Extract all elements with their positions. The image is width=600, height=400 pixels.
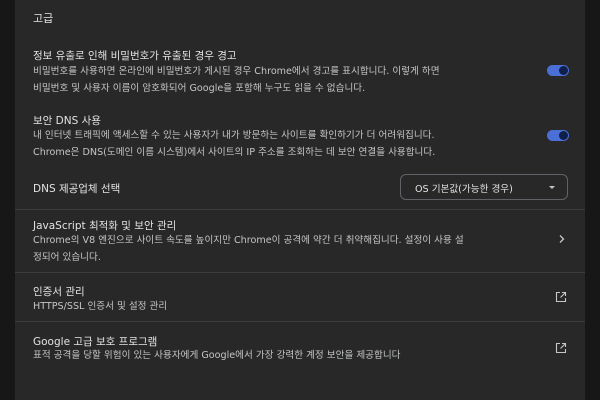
chevron-right-icon — [559, 235, 565, 243]
manage-certificates-row[interactable]: 인증서 관리 HTTPS/SSL 인증서 및 설정 관리 — [15, 273, 585, 321]
dns-provider-select[interactable]: OS 기본값(가능한 경우) — [400, 174, 568, 200]
open-in-new-icon — [555, 291, 567, 303]
dns-provider-selected-value: OS 기본값(가능한 경우) — [415, 184, 513, 195]
password-leak-desc-line2: 비밀번호 및 사용자 이름이 암호화되어 Google을 포함해 누구도 읽을 … — [33, 83, 366, 94]
secure-dns-toggle[interactable] — [547, 130, 569, 141]
secure-dns-description: 내 인터넷 트래픽에 액세스할 수 있는 사용자가 내가 방문하는 사이트를 확… — [33, 127, 435, 161]
advanced-protection-description: 표적 공격을 당할 위험이 있는 사용자에게 Google에서 가장 강력한 계… — [33, 350, 401, 361]
toggle-knob — [559, 131, 568, 140]
open-in-new-icon — [555, 342, 567, 354]
javascript-desc-line1: Chrome의 V8 엔진으로 사이트 속도를 높이지만 Chrome이 공격에… — [33, 235, 464, 246]
certificates-title: 인증서 관리 — [33, 286, 85, 298]
javascript-security-row[interactable]: JavaScript 최적화 및 보안 관리 Chrome의 V8 엔진으로 사… — [15, 210, 585, 272]
advanced-protection-row[interactable]: Google 고급 보호 프로그램 표적 공격을 당할 위험이 있는 사용자에게… — [15, 322, 585, 372]
toggle-knob — [559, 66, 568, 75]
dns-provider-label: DNS 제공업체 선택 — [33, 183, 121, 195]
password-leak-title: 정보 유출로 인해 비밀번호가 유출된 경우 경고 — [33, 50, 237, 62]
secure-dns-desc-line1: 내 인터넷 트래픽에 액세스할 수 있는 사용자가 내가 방문하는 사이트를 확… — [33, 130, 435, 141]
secure-dns-desc-line2: Chrome은 DNS(도메인 이름 시스템)에서 사이트의 IP 주소를 조회… — [33, 147, 436, 158]
secure-dns-title: 보안 DNS 사용 — [33, 115, 101, 127]
password-leak-description: 비밀번호를 사용하면 온라인에 비밀번호가 게시된 경우 Chrome에서 경고… — [33, 63, 440, 97]
secure-dns-setting-row[interactable]: 보안 DNS 사용 내 인터넷 트래픽에 액세스할 수 있는 사용자가 내가 방… — [15, 104, 585, 166]
javascript-security-description: Chrome의 V8 엔진으로 사이트 속도를 높이지만 Chrome이 공격에… — [33, 232, 464, 266]
javascript-desc-line2: 정되어 있습니다. — [33, 252, 101, 263]
settings-panel: 고급 정보 유출로 인해 비밀번호가 유출된 경우 경고 비밀번호를 사용하면 … — [15, 0, 585, 400]
section-title: 고급 — [33, 12, 54, 25]
dropdown-arrow-icon — [549, 186, 555, 189]
javascript-security-title: JavaScript 최적화 및 보안 관리 — [33, 220, 177, 232]
certificates-description: HTTPS/SSL 인증서 및 설정 관리 — [33, 301, 168, 312]
password-leak-setting-row[interactable]: 정보 유출로 인해 비밀번호가 유출된 경우 경고 비밀번호를 사용하면 온라인… — [15, 40, 585, 102]
password-leak-desc-line1: 비밀번호를 사용하면 온라인에 비밀번호가 게시된 경우 Chrome에서 경고… — [33, 66, 440, 77]
password-leak-toggle[interactable] — [547, 65, 569, 76]
